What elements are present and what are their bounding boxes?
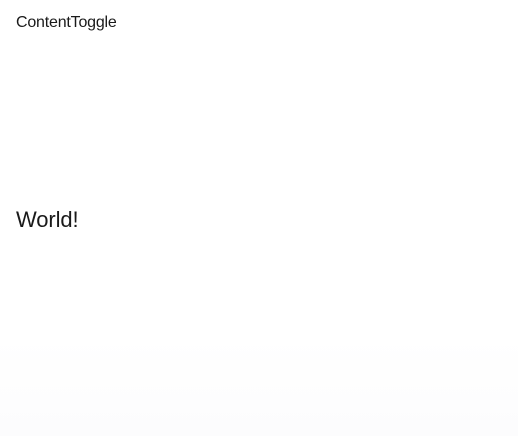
toggle-content-text[interactable]: World!	[16, 206, 79, 234]
background-fade	[0, 336, 518, 436]
app-title: ContentToggle	[16, 14, 117, 31]
app-root: ContentToggle World!	[0, 0, 518, 436]
